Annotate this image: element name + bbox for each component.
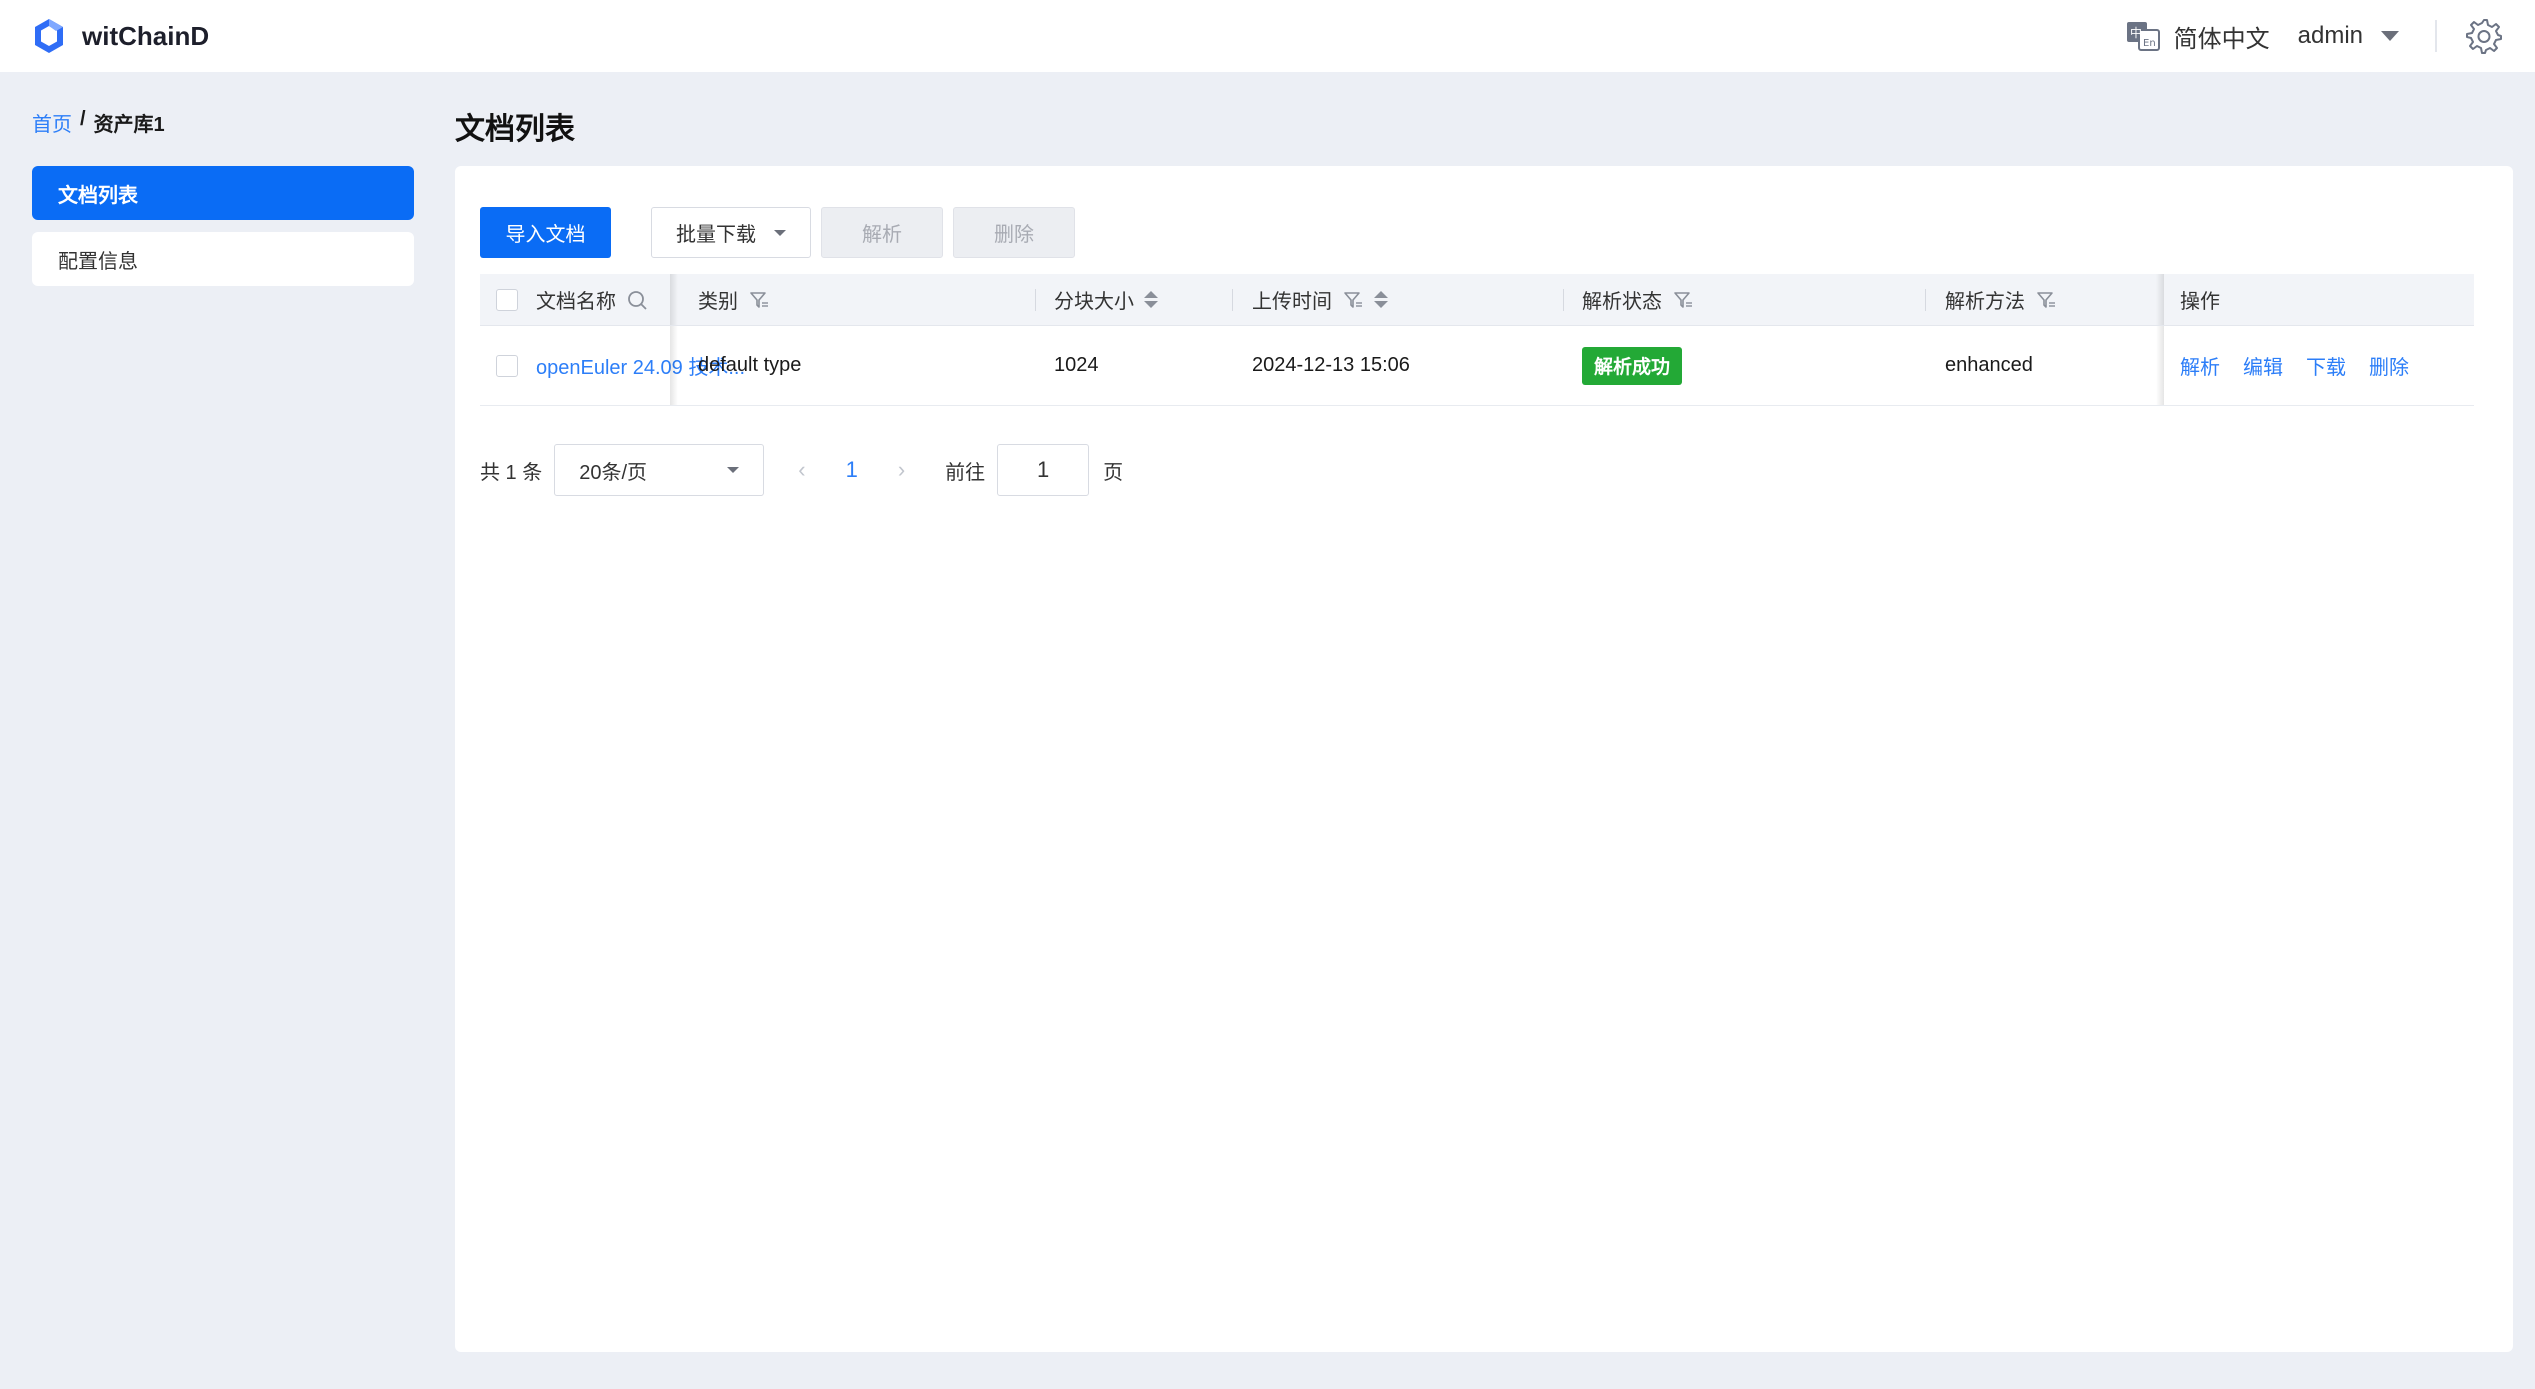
fixed-column-shadow: [670, 274, 678, 325]
fixed-column-shadow: [2156, 274, 2164, 325]
cell-category: default type: [698, 326, 801, 405]
sort-icon[interactable]: [1144, 291, 1158, 308]
prev-page-button[interactable]: ‹: [798, 457, 805, 483]
search-icon[interactable]: [626, 289, 648, 311]
parse-method-value: enhanced: [1945, 354, 2033, 376]
column-label: 类别: [698, 291, 738, 313]
parse-button[interactable]: 解析: [821, 207, 943, 258]
chunk-size-value: 1024: [1054, 354, 1099, 376]
column-divider: [1035, 289, 1036, 311]
select-all-checkbox[interactable]: [496, 288, 518, 311]
header-parse-status: 解析状态: [1582, 274, 1694, 325]
chevron-down-icon: [774, 229, 786, 236]
goto-page-input[interactable]: 1: [997, 444, 1090, 496]
column-divider: [1232, 289, 1233, 311]
column-label: 解析方法: [1945, 291, 2025, 313]
batch-download-button[interactable]: 批量下载: [651, 207, 811, 258]
pagination: 共 1 条 20条/页 ‹ 1 › 前往 1 页: [480, 444, 1123, 496]
top-header: witChainD 中 En 简体中文 admin: [0, 0, 2535, 72]
cell-actions: 解析 编辑 下载 删除: [2180, 326, 2409, 405]
row-download-link[interactable]: 下载: [2306, 351, 2346, 380]
brand-name: witChainD: [82, 20, 210, 51]
header-category: 类别: [698, 274, 770, 325]
document-panel: 导入文档 批量下载 解析 删除 文档名称 类别 分块大小 上传时间 解析状态 解…: [455, 166, 2513, 1352]
row-parse-link[interactable]: 解析: [2180, 351, 2220, 380]
breadcrumb-current: 资产库1: [93, 114, 165, 136]
page-unit-label: 页: [1103, 461, 1124, 484]
cell-parse-method: enhanced: [1945, 326, 2033, 405]
sidebar-item-config-info[interactable]: 配置信息: [32, 232, 414, 286]
filter-icon[interactable]: [748, 289, 770, 311]
svg-text:中: 中: [2130, 25, 2142, 40]
next-page-button[interactable]: ›: [898, 457, 905, 483]
upload-time-value: 2024-12-13 15:06: [1252, 354, 1410, 376]
table-header: 文档名称 类别 分块大小 上传时间 解析状态 解析方法 操作: [480, 274, 2474, 326]
svg-text:En: En: [2143, 38, 2156, 49]
header-upload-time: 上传时间: [1252, 274, 1388, 325]
table-row: openEuler 24.09 技术... default type 1024 …: [480, 326, 2474, 406]
column-divider: [1563, 289, 1564, 311]
sidebar-item-document-list[interactable]: 文档列表: [32, 166, 414, 220]
fixed-column-shadow: [670, 326, 678, 405]
header-parse-method: 解析方法: [1945, 274, 2057, 325]
document-table: 文档名称 类别 分块大小 上传时间 解析状态 解析方法 操作 openEuler…: [480, 274, 2474, 406]
header-name: 文档名称: [536, 274, 648, 325]
column-label: 操作: [2180, 291, 2220, 313]
toolbar: 导入文档 批量下载 解析 删除: [480, 207, 1075, 258]
column-label: 分块大小: [1054, 291, 1134, 313]
sidebar-item-label: 配置信息: [58, 250, 138, 273]
row-select-cell: [496, 326, 518, 405]
column-divider: [1925, 289, 1926, 311]
fixed-column-shadow: [2156, 326, 2164, 405]
goto-label: 前往: [945, 461, 986, 484]
user-menu[interactable]: admin: [2298, 22, 2399, 50]
filter-icon[interactable]: [1672, 289, 1694, 311]
delete-button[interactable]: 删除: [953, 207, 1075, 258]
sidebar-item-label: 文档列表: [58, 184, 138, 207]
language-switcher[interactable]: 中 En 简体中文: [2126, 19, 2270, 54]
page-size-select[interactable]: 20条/页: [554, 444, 765, 496]
cell-chunk-size: 1024: [1054, 326, 1099, 405]
cell-upload-time: 2024-12-13 15:06: [1252, 326, 1410, 405]
chevron-down-icon: [727, 467, 740, 473]
column-label: 上传时间: [1252, 291, 1332, 313]
row-checkbox[interactable]: [496, 354, 518, 377]
language-icon: 中 En: [2126, 22, 2160, 51]
select-all-cell: [496, 274, 518, 325]
cell-parse-status: 解析成功: [1582, 326, 1683, 405]
gear-icon[interactable]: [2465, 17, 2503, 55]
chevron-down-icon: [2381, 31, 2399, 41]
category-value: default type: [698, 354, 802, 376]
breadcrumb: 首页 / 资产库1: [32, 108, 165, 137]
total-count: 共 1 条: [480, 461, 543, 484]
row-edit-link[interactable]: 编辑: [2243, 351, 2283, 380]
logo-icon: [35, 19, 63, 53]
filter-icon[interactable]: [2035, 289, 2057, 311]
brand[interactable]: witChainD: [32, 17, 209, 55]
page-size-value: 20条/页: [579, 461, 648, 484]
filter-icon[interactable]: [1342, 289, 1364, 311]
column-label: 文档名称: [536, 291, 616, 313]
language-label: 简体中文: [2173, 25, 2270, 53]
header-divider: [2435, 20, 2437, 52]
page-title: 文档列表: [455, 113, 575, 146]
sort-icon[interactable]: [1374, 291, 1388, 308]
import-document-button[interactable]: 导入文档: [480, 207, 611, 258]
breadcrumb-separator: /: [80, 108, 86, 130]
batch-download-label: 批量下载: [676, 224, 756, 246]
breadcrumb-home[interactable]: 首页: [32, 108, 72, 137]
header-actions: 操作: [2180, 274, 2220, 325]
column-label: 解析状态: [1582, 291, 1662, 313]
status-badge: 解析成功: [1582, 346, 1683, 385]
username: admin: [2297, 22, 2363, 49]
header-chunk-size: 分块大小: [1054, 274, 1158, 325]
row-delete-link[interactable]: 删除: [2369, 351, 2409, 380]
page-number-current[interactable]: 1: [846, 457, 858, 483]
